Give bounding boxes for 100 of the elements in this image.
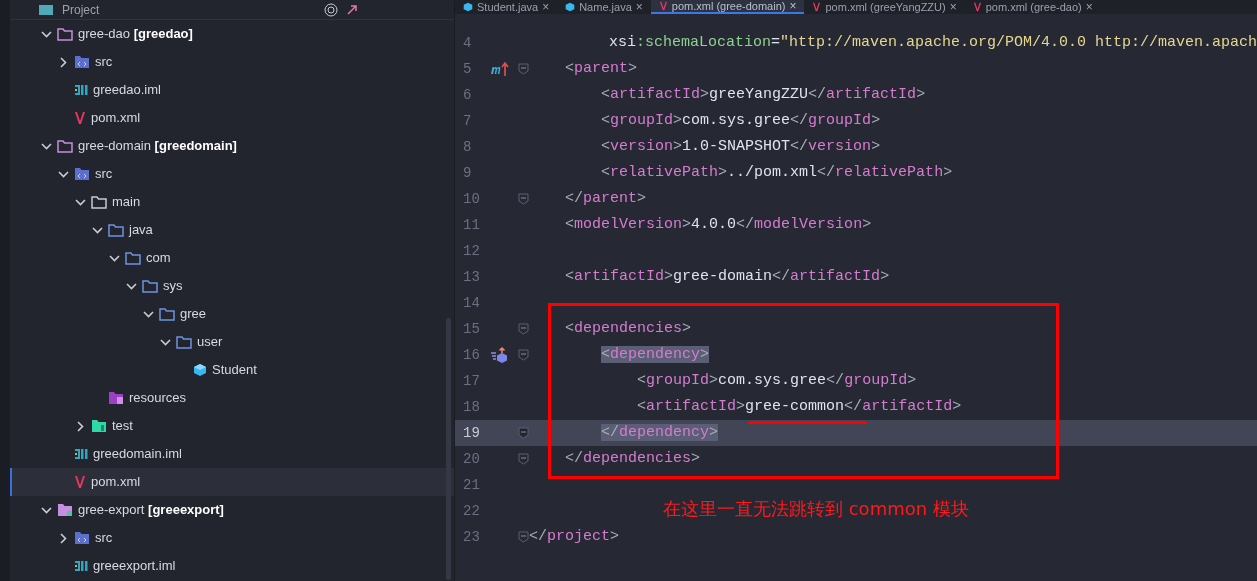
line-number: 7: [462, 111, 473, 131]
tree-item-label: Student: [212, 361, 257, 380]
line-number: 20: [462, 449, 481, 469]
folder-icon: [125, 251, 141, 265]
chevron-down-icon[interactable]: [142, 310, 154, 318]
target-icon[interactable]: [324, 2, 338, 17]
dependency-icon[interactable]: [490, 347, 510, 363]
tree-item[interactable]: src: [10, 524, 454, 552]
code-line: xsi:schemaLocation="http://maven.apache.org/POM/4.0.0 http://maven.apach: [607, 32, 1257, 53]
annotation-note: 在这里一直无法跳转到 common 模块: [663, 497, 969, 521]
tree-item[interactable]: resources: [10, 384, 454, 412]
tree-item[interactable]: pom.xml: [10, 104, 454, 132]
maven-icon: [972, 2, 982, 12]
folder-icon: [57, 503, 73, 517]
chevron-right-icon[interactable]: [59, 56, 67, 68]
chevron-down-icon[interactable]: [159, 338, 171, 346]
chevron-down-icon[interactable]: [74, 198, 86, 206]
line-number: 4: [462, 33, 473, 53]
folder-icon: [159, 307, 175, 321]
tree-item-label: pom.xml: [91, 109, 141, 128]
tree-item[interactable]: sys: [10, 272, 454, 300]
editor-tab[interactable]: pom.xml (greeYangZZU) ×: [804, 0, 965, 14]
test-folder-icon: [91, 419, 107, 433]
panel-title[interactable]: Project: [62, 3, 100, 16]
maven-parent-icon[interactable]: [490, 61, 510, 77]
tree-item[interactable]: gree-domain [greedomain]: [10, 132, 454, 160]
close-icon[interactable]: ×: [635, 1, 643, 13]
tree-item[interactable]: com: [10, 244, 454, 272]
tree-item-label: gree-export [greeexport]: [78, 501, 224, 520]
tree-item-label: test: [112, 417, 133, 436]
tree-item[interactable]: gree: [10, 300, 454, 328]
close-icon[interactable]: ×: [949, 1, 957, 13]
tree-item[interactable]: user: [10, 328, 454, 356]
line-number: 18: [462, 397, 481, 417]
tree-item[interactable]: main: [10, 188, 454, 216]
tree-item[interactable]: greeexport.iml: [10, 552, 454, 580]
folder-icon: [38, 3, 54, 16]
line-number: 14: [462, 293, 481, 313]
tree-item-label: gree-domain [greedomain]: [78, 137, 237, 156]
tree-item[interactable]: java: [10, 216, 454, 244]
tree-item-label: greedomain.iml: [93, 445, 182, 464]
tab-label: pom.xml (gree-domain): [671, 0, 786, 14]
chevron-down-icon[interactable]: [40, 506, 52, 514]
tree-item-label: java: [129, 221, 153, 240]
chevron-down-icon[interactable]: [108, 254, 120, 262]
module-file-icon: [74, 448, 88, 460]
source-folder-icon: [74, 167, 90, 181]
code-line: </project>: [529, 526, 620, 547]
class-icon: [193, 363, 207, 377]
chevron-down-icon[interactable]: [57, 170, 69, 178]
line-number: 11: [462, 215, 481, 235]
editor-tab[interactable]: Name.java ×: [557, 0, 651, 14]
tree-item[interactable]: pom.xml: [10, 468, 454, 496]
tree-item[interactable]: Student: [10, 356, 454, 384]
line-number: 15: [462, 319, 481, 339]
tree-item[interactable]: greedao.iml: [10, 76, 454, 104]
folder-icon: [142, 279, 158, 293]
module-file-icon: [74, 84, 88, 96]
close-icon[interactable]: ×: [1085, 1, 1093, 13]
chevron-right-icon[interactable]: [76, 420, 84, 432]
tree-item-label: gree: [180, 305, 207, 324]
tree-item-label: com: [146, 249, 171, 268]
chevron-down-icon[interactable]: [125, 282, 137, 290]
line-number: 17: [462, 371, 481, 391]
tree-item-label: src: [95, 529, 113, 548]
code-line: </dependency>: [600, 422, 719, 443]
source-folder-icon: [74, 55, 90, 69]
maven-icon: [74, 111, 86, 125]
code-line: <artifactId>greeYangZZU</artifactId>: [600, 84, 926, 105]
chevron-down-icon[interactable]: [40, 30, 52, 38]
tree-item-label: greeexport.iml: [93, 557, 176, 576]
maven-icon: [812, 2, 822, 12]
line-number: 16: [462, 345, 481, 365]
line-number: 8: [462, 137, 473, 157]
chevron-right-icon[interactable]: [59, 532, 67, 544]
code-line: <modelVersion>4.0.0</modelVersion>: [564, 214, 872, 235]
line-number: 5: [462, 59, 473, 79]
tree-item[interactable]: greedomain.iml: [10, 440, 454, 468]
editor-tab[interactable]: pom.xml (gree-domain) ×: [650, 0, 805, 14]
chevron-down-icon[interactable]: [40, 142, 52, 150]
folder-icon: [176, 335, 192, 349]
close-icon[interactable]: ×: [789, 0, 797, 12]
tree-item[interactable]: src: [10, 48, 454, 76]
tree-item[interactable]: gree-export [greeexport]: [10, 496, 454, 524]
tree-item[interactable]: test: [10, 412, 454, 440]
line-number: 22: [462, 501, 481, 521]
tree-item-label: sys: [163, 277, 183, 296]
close-icon[interactable]: ×: [542, 1, 550, 13]
tree-item[interactable]: src: [10, 160, 454, 188]
class-icon: [463, 2, 473, 12]
folder-icon: [57, 139, 73, 153]
line-number: 6: [462, 85, 473, 105]
chevron-down-icon[interactable]: [91, 226, 103, 234]
code-line: <groupId>com.sys.gree</groupId>: [636, 370, 917, 391]
line-number: 12: [462, 241, 481, 261]
folder-icon: [91, 195, 107, 209]
editor-tab[interactable]: Student.java ×: [455, 0, 558, 14]
editor-tab[interactable]: pom.xml (gree-dao) ×: [964, 0, 1101, 14]
tab-label: pom.xml (greeYangZZU): [825, 0, 946, 14]
tree-item[interactable]: gree-dao [greedao]: [10, 20, 454, 48]
